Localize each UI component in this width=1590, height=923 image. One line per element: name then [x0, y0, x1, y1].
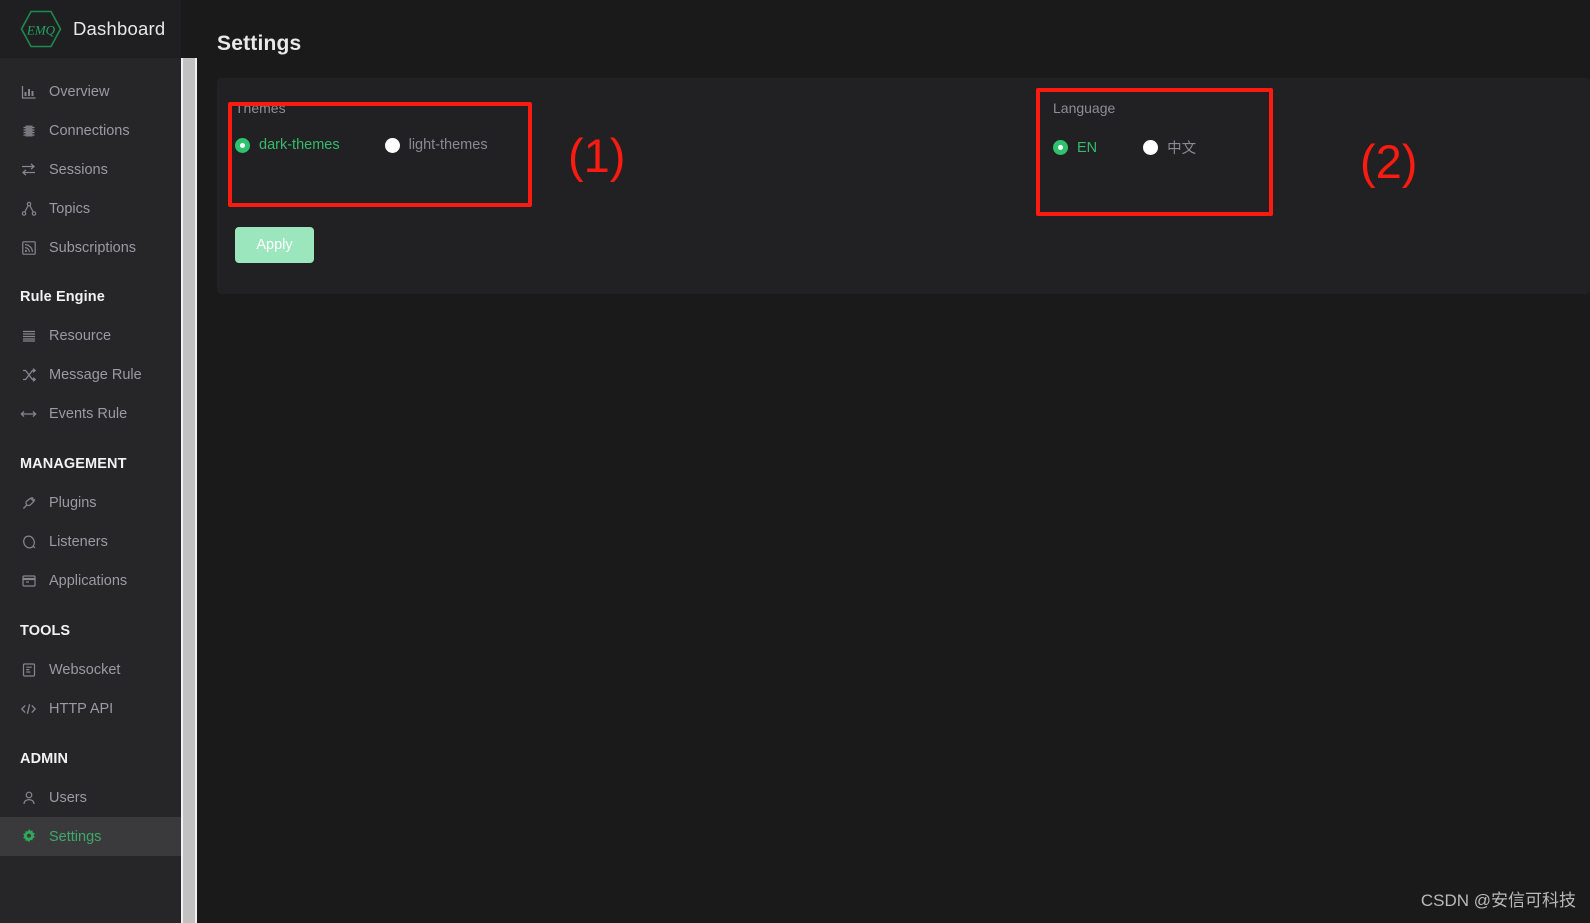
- sidebar-item-topics[interactable]: Topics: [0, 189, 181, 228]
- svg-text:EMQ: EMQ: [26, 23, 56, 38]
- brand-title: Dashboard: [73, 18, 166, 39]
- themes-label: Themes: [235, 100, 286, 116]
- sidebar-nav: Overview Connections Sessions Topics Sub…: [0, 58, 181, 856]
- bar-chart-icon: [20, 83, 37, 100]
- sidebar-item-users[interactable]: Users: [0, 778, 181, 817]
- exchange-icon: [20, 161, 37, 178]
- apply-button[interactable]: Apply: [235, 227, 314, 263]
- sidebar-item-label: Subscriptions: [49, 239, 137, 256]
- sidebar-scrollbar-thumb[interactable]: [183, 58, 195, 923]
- sidebar-item-label: Overview: [49, 83, 110, 100]
- tree-node-icon: [20, 200, 37, 217]
- radio-unselected-icon[interactable]: [1143, 140, 1159, 155]
- sidebar-item-resource[interactable]: Resource: [0, 316, 181, 355]
- language-option-label: 中文: [1167, 141, 1197, 157]
- radio-unselected-icon[interactable]: [384, 137, 400, 153]
- main-content: Settings Themes dark-themes light-themes: [197, 0, 1590, 923]
- chip-icon: [20, 122, 37, 139]
- sidebar-item-overview[interactable]: Overview: [0, 72, 181, 111]
- database-icon: [20, 327, 37, 344]
- sidebar-item-message-rule[interactable]: Message Rule: [0, 355, 181, 394]
- settings-card: Themes dark-themes light-themes Language: [217, 78, 1590, 294]
- sidebar-group-management: MANAGEMENT: [0, 444, 181, 483]
- watermark: CSDN @安信可科技: [1420, 891, 1576, 910]
- radio-selected-icon[interactable]: [1053, 140, 1068, 155]
- sidebar-group-label: Rule Engine: [20, 288, 105, 305]
- sidebar-item-label: Topics: [49, 200, 91, 217]
- language-radio-group: EN 中文: [1053, 137, 1196, 158]
- terminal-icon: [20, 661, 37, 678]
- sidebar-item-label: Settings: [49, 828, 102, 845]
- sidebar-group-label: TOOLS: [20, 622, 71, 639]
- sidebar-item-label: HTTP API: [49, 700, 114, 717]
- settings-page: EMQ Dashboard Overview Connections Sessi…: [0, 0, 1590, 923]
- plug-icon: [20, 494, 37, 511]
- sidebar-scrollbar[interactable]: [181, 58, 197, 923]
- theme-option-dark[interactable]: dark-themes: [235, 137, 340, 153]
- sidebar-item-websocket[interactable]: Websocket: [0, 650, 181, 689]
- sidebar-item-plugins[interactable]: Plugins: [0, 483, 181, 522]
- sidebar-group-tools: TOOLS: [0, 611, 181, 650]
- theme-option-light[interactable]: light-themes: [384, 137, 488, 153]
- code-icon: [20, 700, 37, 717]
- sidebar-item-subscriptions[interactable]: Subscriptions: [0, 228, 181, 267]
- sidebar-item-label: Listeners: [49, 533, 108, 550]
- theme-option-label: light-themes: [408, 137, 488, 153]
- sidebar-item-label: Plugins: [49, 494, 97, 511]
- gear-icon: [20, 828, 37, 845]
- user-icon: [20, 789, 37, 806]
- sidebar-group-label: ADMIN: [20, 750, 69, 767]
- themes-field: Themes dark-themes light-themes: [235, 100, 488, 153]
- sidebar-item-label: Sessions: [49, 161, 108, 178]
- sidebar-item-label: Users: [49, 789, 87, 806]
- sidebar-group-admin: ADMIN: [0, 739, 181, 778]
- language-field: Language EN 中文: [1053, 100, 1196, 158]
- sidebar-item-label: Events Rule: [49, 405, 128, 422]
- theme-option-label: dark-themes: [259, 137, 340, 153]
- sidebar-item-connections[interactable]: Connections: [0, 111, 181, 150]
- sidebar-group-rule-engine: Rule Engine: [0, 277, 181, 316]
- language-option-en[interactable]: EN: [1053, 140, 1097, 156]
- rss-icon: [20, 239, 37, 256]
- language-label: Language: [1053, 100, 1116, 116]
- sidebar-item-applications[interactable]: Applications: [0, 561, 181, 600]
- sidebar-item-label: Applications: [49, 572, 128, 589]
- sidebar: EMQ Dashboard Overview Connections Sessi…: [0, 0, 181, 923]
- sidebar-item-settings[interactable]: Settings: [0, 817, 181, 856]
- language-option-label: EN: [1077, 139, 1098, 156]
- shuffle-icon: [20, 366, 37, 383]
- sidebar-group-label: MANAGEMENT: [20, 455, 127, 472]
- sidebar-item-http-api[interactable]: HTTP API: [0, 689, 181, 728]
- page-title: Settings: [217, 32, 302, 55]
- window-icon: [20, 572, 37, 589]
- sidebar-item-sessions[interactable]: Sessions: [0, 150, 181, 189]
- sidebar-item-label: Connections: [49, 122, 130, 139]
- language-option-zh[interactable]: 中文: [1143, 137, 1196, 158]
- sidebar-item-listeners[interactable]: Listeners: [0, 522, 181, 561]
- sidebar-item-label: Resource: [49, 327, 112, 344]
- radio-selected-icon[interactable]: [235, 137, 250, 153]
- sidebar-item-label: Message Rule: [49, 366, 142, 383]
- ear-icon: [20, 533, 37, 550]
- arrows-icon: [20, 405, 37, 422]
- sidebar-item-events-rule[interactable]: Events Rule: [0, 394, 181, 433]
- sidebar-item-label: Websocket: [49, 661, 121, 678]
- themes-radio-group: dark-themes light-themes: [235, 137, 488, 153]
- brand-header[interactable]: EMQ Dashboard: [0, 0, 181, 58]
- emq-hexagon-logo: EMQ: [20, 10, 62, 48]
